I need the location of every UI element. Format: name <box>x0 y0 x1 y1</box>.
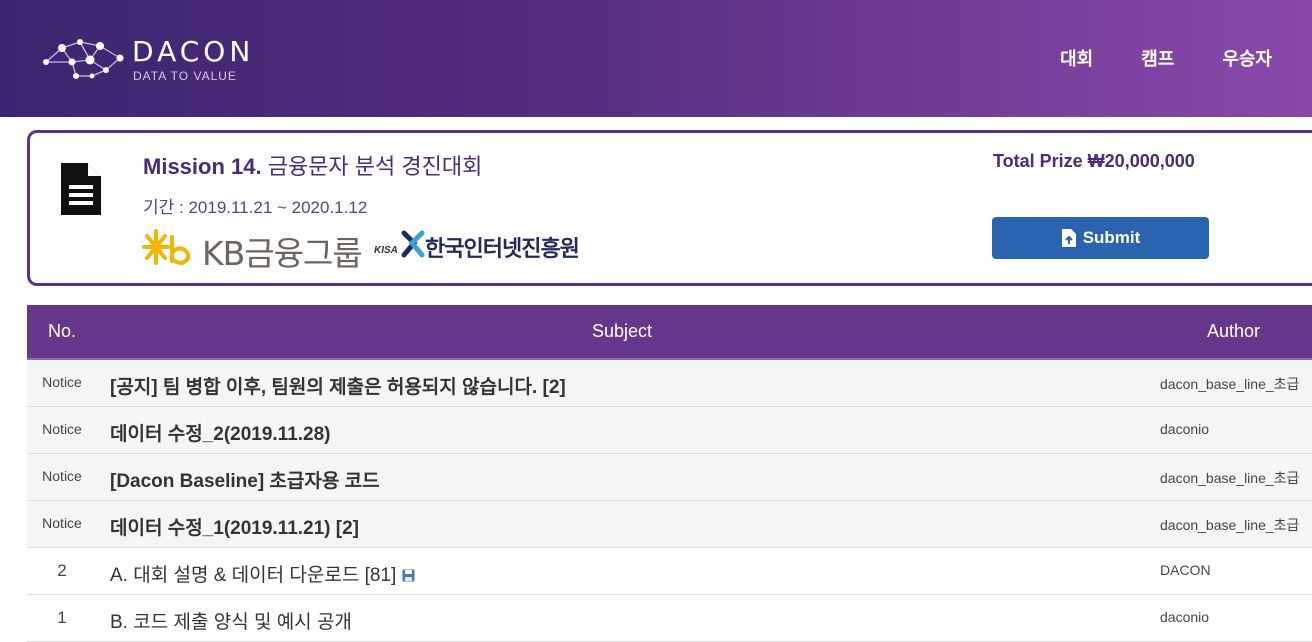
row-subject-link[interactable]: 데이터 수정_2(2019.11.28) <box>110 419 331 446</box>
row-no: 1 <box>57 608 67 627</box>
header-subject: Subject <box>592 321 653 341</box>
row-subject-link[interactable]: A. 대회 설명 & 데이터 다운로드 [81] <box>110 565 396 586</box>
kb-star-icon <box>142 229 191 266</box>
row-subject-link[interactable]: 데이터 수정_1(2019.11.21) [2] <box>110 513 359 540</box>
table-row[interactable]: Notice [공지] 팀 병합 이후, 팀원의 제출은 허용되지 않습니다. … <box>27 360 1312 407</box>
nav-camp[interactable]: 캠프 <box>1141 45 1174 71</box>
kisa-name: 한국인터넷진흥원 <box>425 236 580 261</box>
row-subject-link[interactable]: B. 코드 제출 양식 및 예시 공개 <box>110 607 352 634</box>
row-subject-link[interactable]: [공지] 팀 병합 이후, 팀원의 제출은 허용되지 않습니다. [2] <box>110 372 566 399</box>
row-no: Notice <box>42 421 82 437</box>
table-row[interactable]: Notice 데이터 수정_2(2019.11.28) daconio <box>27 407 1312 454</box>
mission-title: Mission 14. 금융문자 분석 경진대회 <box>143 149 482 181</box>
network-logo-icon <box>43 39 124 79</box>
main-nav: 대회 캠프 우승자 <box>1060 45 1272 71</box>
row-author: dacon_base_line_초급 <box>1160 376 1300 392</box>
row-author: DACON <box>1160 562 1211 578</box>
row-no: Notice <box>42 515 82 531</box>
submit-label: Submit <box>1082 228 1141 247</box>
brand-tagline: DATA TO VALUE <box>133 69 237 83</box>
table-row[interactable]: Notice 데이터 수정_1(2019.11.21) [2] dacon_ba… <box>27 501 1312 548</box>
kisa-logo-icon <box>401 230 425 258</box>
top-header: DACON DATA TO VALUE 대회 캠프 우승자 <box>0 0 1312 117</box>
kisa-abbr: KISA <box>374 245 398 256</box>
row-author: daconio <box>1160 421 1210 437</box>
dacon-logo[interactable]: DACON DATA TO VALUE <box>42 34 282 86</box>
table-row[interactable]: 1 B. 코드 제출 양식 및 예시 공개 daconio <box>27 595 1312 642</box>
table-header: No. Subject Author <box>27 305 1312 360</box>
total-prize: Total Prize ₩20,000,000 <box>993 151 1195 171</box>
header-no: No. <box>48 321 77 341</box>
row-author: dacon_base_line_초급 <box>1160 517 1300 533</box>
submit-button[interactable]: Submit <box>992 217 1209 259</box>
save-icon <box>402 569 415 582</box>
row-no: Notice <box>42 468 82 484</box>
post-table: No. Subject Author Notice [공지] 팀 병합 이후, … <box>27 305 1312 642</box>
table-row[interactable]: 2 A. 대회 설명 & 데이터 다운로드 [81] DACON <box>27 548 1312 595</box>
file-upload-icon <box>1061 229 1076 247</box>
document-icon <box>61 163 101 215</box>
mission-number: Mission 14. <box>143 154 262 179</box>
row-no: Notice <box>42 374 82 390</box>
row-subject-cell: A. 대회 설명 & 데이터 다운로드 [81] <box>110 560 415 587</box>
mission-card: Mission 14. 금융문자 분석 경진대회 기간 : 2019.11.21… <box>27 130 1312 286</box>
nav-winners[interactable]: 우승자 <box>1222 45 1272 71</box>
row-author: daconio <box>1160 609 1210 625</box>
mission-name: 금융문자 분석 경진대회 <box>261 154 483 179</box>
nav-competitions[interactable]: 대회 <box>1060 45 1093 71</box>
brand-name: DACON <box>132 35 255 68</box>
row-author: dacon_base_line_초급 <box>1160 470 1300 486</box>
row-subject-link[interactable]: [Dacon Baseline] 초급자용 코드 <box>110 466 380 493</box>
mission-period: 기간 : 2019.11.21 ~ 2020.1.12 <box>143 198 368 217</box>
kb-group-name: KB금융그룹 <box>202 234 363 273</box>
header-author: Author <box>1207 321 1261 341</box>
row-no: 2 <box>57 561 67 580</box>
table-row[interactable]: Notice [Dacon Baseline] 초급자용 코드 dacon_ba… <box>27 454 1312 501</box>
